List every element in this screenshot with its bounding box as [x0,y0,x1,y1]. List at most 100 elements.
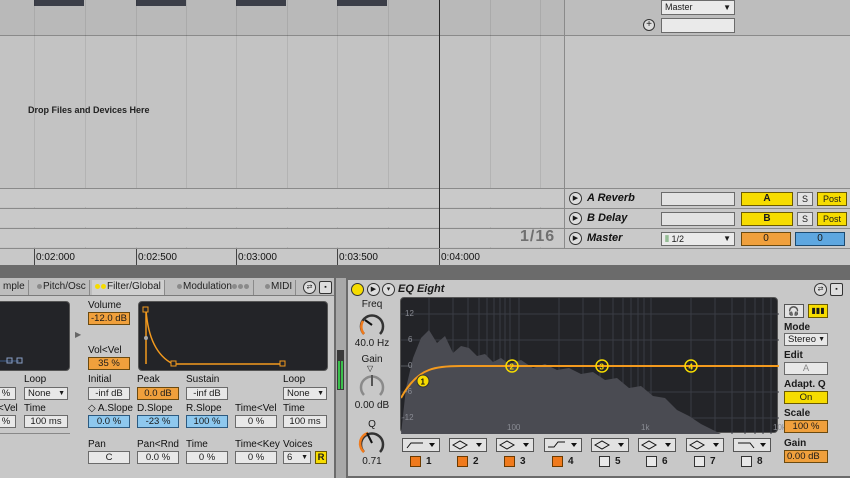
envelope-display[interactable] [138,301,328,371]
return-track-a[interactable]: ▶ A Reverb A S Post [565,188,850,208]
band-3-filter-type[interactable] [496,438,534,452]
input-field[interactable] [661,18,735,33]
track-input-box[interactable] [661,212,735,226]
peak-value[interactable]: 0.0 dB [137,387,179,400]
device-on-icon[interactable] [351,283,364,296]
band-3-toggle[interactable] [504,456,515,467]
return-lane-b[interactable] [0,208,564,227]
vol-vel-value[interactable]: 35 % [88,357,130,370]
clip[interactable] [34,0,84,6]
adaptq-button[interactable]: On [784,391,828,404]
band-4-toggle[interactable] [552,456,563,467]
volume-value[interactable]: -12.0 dB [88,312,130,325]
band-number: 4 [568,456,574,467]
freq-label: Freq [361,299,383,310]
play-icon[interactable]: ▶ [569,192,582,205]
time-vel-value[interactable]: 0 % [235,415,277,428]
timeline-ruler[interactable]: 0:02:000 0:02:500 0:03:000 0:03:500 0:04… [0,248,850,266]
chevron-down-icon[interactable]: ▾ [382,283,395,296]
gain-knob[interactable] [358,372,386,400]
tab-sample[interactable]: mple [0,280,29,295]
hot-swap-icon[interactable]: ⇄ [303,281,316,294]
loop-select[interactable]: None ▼ [283,387,327,400]
solo-button[interactable]: S [797,212,813,226]
tab-midi[interactable]: MIDI [262,280,297,295]
band-6-filter-type[interactable] [638,438,676,452]
clip[interactable] [236,0,286,6]
track-activator-button[interactable]: A [741,192,793,206]
time-value[interactable]: 100 ms [283,415,327,428]
post-button[interactable]: Post [817,212,847,226]
plus-circle-icon[interactable]: + [643,19,655,31]
time2-label: Time [186,439,208,450]
master-lane[interactable] [0,228,564,247]
tab-modulation[interactable]: Modulation [174,280,254,295]
band-8-filter-type[interactable] [733,438,771,452]
eq-display[interactable]: 1 2 3 4 12 6 0 -6 -12 100 1k 10k [400,297,786,434]
dslope-value[interactable]: -23 % [137,415,179,428]
pan-rnd-value[interactable]: 0.0 % [137,451,179,464]
hot-swap-icon[interactable]: ⇄ [814,283,827,296]
band-1-toggle[interactable] [410,456,421,467]
sustain-value[interactable]: -inf dB [186,387,228,400]
clip[interactable] [337,0,387,6]
envelope-display-left[interactable] [0,301,70,371]
voices-select[interactable]: 6 ▼ [283,451,311,464]
left-time-value[interactable]: 100 ms [24,415,68,428]
band-7-filter-type[interactable] [686,438,724,452]
left-vel-value[interactable]: % [0,415,16,428]
rslope-value[interactable]: 100 % [186,415,228,428]
pan-value[interactable]: 0 [795,232,845,246]
band-2-toggle[interactable] [457,456,468,467]
band-2-filter-type[interactable] [449,438,487,452]
clip[interactable] [136,0,186,6]
save-preset-icon[interactable]: ▪ [830,283,843,296]
collapse-arrow-icon[interactable]: ▶ [75,330,81,339]
spectrum-icon[interactable]: ▮▮▮ [808,304,828,318]
left-pct-value[interactable]: % [0,387,16,400]
gain2-value[interactable]: 0.00 dB [784,450,828,463]
tab-filter-global[interactable]: Filter/Global [92,280,165,295]
save-preset-icon[interactable]: ▪ [319,281,332,294]
scale-value[interactable]: 100 % [784,420,828,433]
diamond-icon: ◇ [88,403,98,414]
track-activator-button[interactable]: B [741,212,793,226]
return-lane-a[interactable] [0,188,564,207]
q-knob[interactable] [358,429,386,457]
band-8-toggle[interactable] [741,456,752,467]
tab-indicator-icon [237,283,243,289]
dslope-label: D.Slope [137,403,173,414]
freq-knob[interactable] [358,311,386,339]
band-1-filter-type[interactable] [402,438,440,452]
band-4-filter-type[interactable] [544,438,582,452]
tab-pitch-osc[interactable]: Pitch/Osc [34,280,90,295]
cue-volume[interactable]: 0 [741,232,791,246]
left-loop-select[interactable]: None ▼ [24,387,68,400]
headphones-icon[interactable]: 🎧 [784,304,804,318]
band-5-toggle[interactable] [599,456,610,467]
time-key-value[interactable]: 0 % [235,451,277,464]
solo-button[interactable]: S [797,192,813,206]
return-track-b[interactable]: ▶ B Delay B S Post [565,208,850,228]
output-select[interactable]: Master ▼ [661,0,735,15]
cue-select[interactable]: ⦀ 1/2 ▼ [661,232,735,246]
mode-select[interactable]: Stereo ▼ [784,333,828,346]
left-vel-label: <Vel [0,403,18,414]
aslope-value[interactable]: 0.0 % [88,415,130,428]
play-icon[interactable]: ▶ [569,212,582,225]
band-5-filter-type[interactable] [591,438,629,452]
track-input-box[interactable] [661,192,735,206]
arrangement-view[interactable]: Drop Files and Devices Here 1/16 [0,0,564,248]
freq-value: 40.0 Hz [354,338,390,349]
master-track[interactable]: ▶ Master ⦀ 1/2 ▼ 0 0 [565,228,850,248]
band-7-toggle[interactable] [694,456,705,467]
initial-value[interactable]: -inf dB [88,387,130,400]
post-button[interactable]: Post [817,192,847,206]
time2-value[interactable]: 0 % [186,451,228,464]
edit-button[interactable]: A [784,362,828,375]
play-icon[interactable]: ▶ [569,232,582,245]
pan-value[interactable]: C [88,451,130,464]
retrigger-button[interactable]: R [315,451,327,464]
play-icon[interactable]: ▶ [367,283,380,296]
band-6-toggle[interactable] [646,456,657,467]
